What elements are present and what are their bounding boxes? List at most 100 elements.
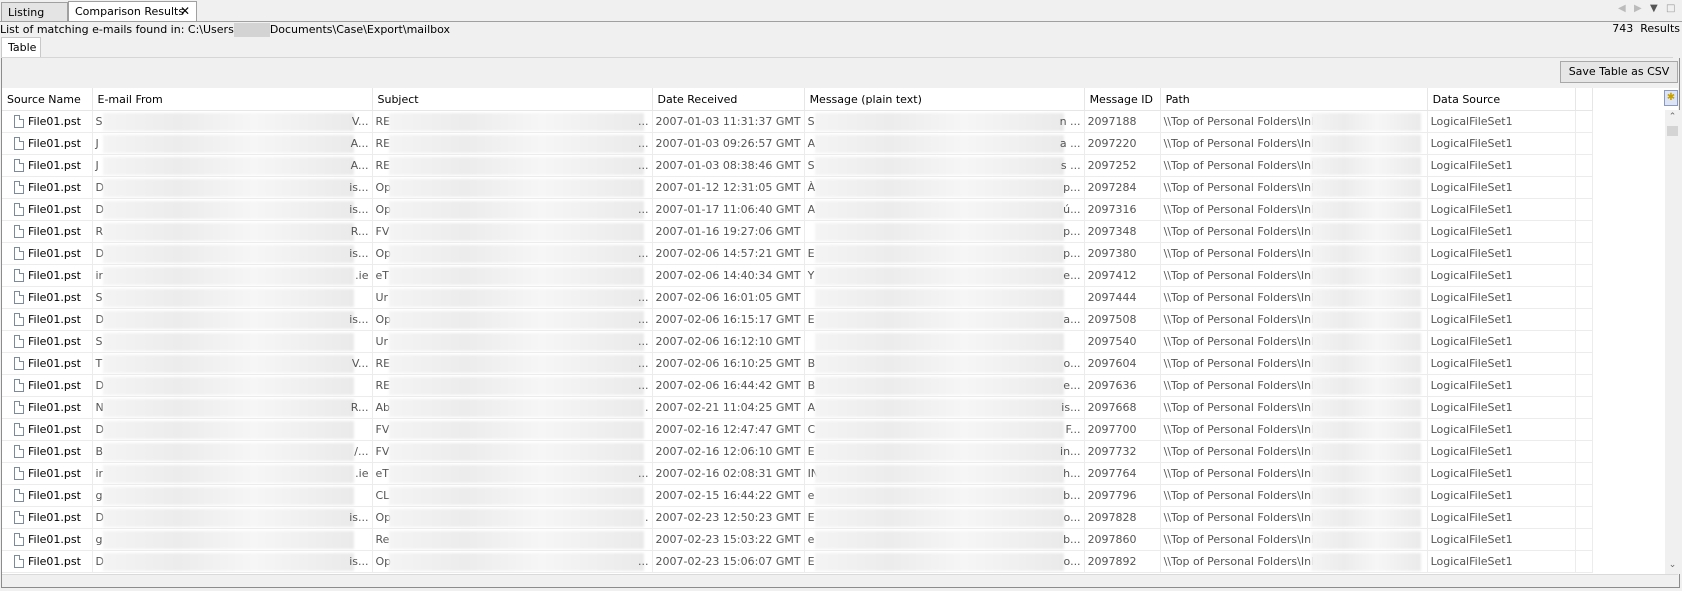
horizontal-scrollbar[interactable] xyxy=(2,574,1678,587)
cell-message-id: 2097188 xyxy=(1084,110,1161,133)
column-chooser-icon[interactable]: ✱ xyxy=(1664,90,1678,106)
cell-spacer xyxy=(1575,484,1593,507)
tab-forward-icon[interactable]: ▶ xyxy=(1634,3,1642,14)
source-name-text: File01.pst xyxy=(28,137,81,150)
cell-data-source: LogicalFileSet1 xyxy=(1427,506,1576,529)
scroll-thumb[interactable] xyxy=(1667,126,1678,136)
table-row[interactable]: File01.pst ir .ie eT 2007-02-06 14:40:34 GMT… xyxy=(2,264,1593,287)
table-row[interactable]: File01.pst J A... RE... 2007-01-03 08:38:46 … xyxy=(2,154,1593,177)
cell-date-received: 2007-01-03 08:38:46 GMT xyxy=(652,154,805,177)
cell-message-id: 2097316 xyxy=(1084,198,1161,221)
results-summary: List of matching e-mails found in: C:\Us… xyxy=(0,22,1682,37)
cell-spacer xyxy=(1575,110,1593,133)
column-header-message[interactable]: Message (plain text) xyxy=(804,88,1085,111)
subtab-table[interactable]: Table xyxy=(1,37,41,57)
cell-email-from: J A... xyxy=(92,132,373,155)
cell-message: Eo... xyxy=(804,506,1085,529)
vertical-scrollbar[interactable]: ⌃ ⌄ xyxy=(1665,110,1680,574)
cell-subject: Op... xyxy=(372,308,653,331)
tab-back-icon[interactable]: ◀ xyxy=(1618,3,1626,14)
cell-subject: Op... xyxy=(372,242,653,265)
column-header-data-source[interactable]: Data Source xyxy=(1427,88,1576,111)
cell-date-received: 2007-02-15 16:44:22 GMT xyxy=(652,484,805,507)
cell-path: \\Top of Personal Folders\Inbox\ xyxy=(1160,550,1428,573)
redacted-text xyxy=(814,487,1064,505)
column-header-date-received[interactable]: Date Received xyxy=(652,88,805,111)
cell-data-source: LogicalFileSet1 xyxy=(1427,418,1576,441)
email-from-end: V... xyxy=(351,357,369,370)
table-row[interactable]: File01.pst S Ur... 2007-02-06 16:01:05 GMT 2… xyxy=(2,286,1593,309)
subject-end: ... xyxy=(638,291,649,304)
table-row[interactable]: File01.pst D FV 2007-02-16 12:47:47 GMT C F..… xyxy=(2,418,1593,441)
scroll-up-icon[interactable]: ⌃ xyxy=(1667,112,1678,124)
table-row[interactable]: File01.pst B/... FV 2007-02-16 12:06:10 GMT… xyxy=(2,440,1593,463)
cell-subject: Op. xyxy=(372,506,653,529)
column-header-email-from[interactable]: E-mail From xyxy=(92,88,373,111)
table-row[interactable]: File01.pst g CL 2007-02-15 16:44:22 GMT e b..… xyxy=(2,484,1593,507)
table-row[interactable]: File01.pst Dis... Op... 2007-01-17 11:06:40… xyxy=(2,198,1593,221)
cell-data-source: LogicalFileSet1 xyxy=(1427,550,1576,573)
scroll-down-icon[interactable]: ⌄ xyxy=(1667,560,1678,572)
redacted-username xyxy=(233,23,270,37)
email-from-start: S xyxy=(95,291,103,304)
cell-data-source: LogicalFileSet1 xyxy=(1427,176,1576,199)
table-row[interactable]: File01.pst N R... Ab. 2007-02-21 11:04:25 GM… xyxy=(2,396,1593,419)
cell-data-source: LogicalFileSet1 xyxy=(1427,198,1576,221)
source-name-text: File01.pst xyxy=(28,445,81,458)
redacted-text xyxy=(102,399,354,417)
cell-path: \\Top of Personal Folders\Inbox\ xyxy=(1160,132,1428,155)
cell-date-received: 2007-02-06 14:40:34 GMT xyxy=(652,264,805,287)
redacted-text xyxy=(388,377,644,395)
cell-email-from: J A... xyxy=(92,154,373,177)
email-from-start: g xyxy=(95,533,103,546)
redacted-text xyxy=(1310,399,1421,417)
cell-source-name: File01.pst xyxy=(2,352,93,375)
cell-message-id: 2097220 xyxy=(1084,132,1161,155)
table-row[interactable]: File01.pst S Ur... 2007-02-06 16:12:10 GMT 2… xyxy=(2,330,1593,353)
cell-message-id: 2097252 xyxy=(1084,154,1161,177)
cell-path: \\Top of Personal Folders\Inbox\ xyxy=(1160,462,1428,485)
cell-message-id: 2097380 xyxy=(1084,242,1161,265)
tab-listing[interactable]: Listing xyxy=(1,2,68,21)
redacted-text xyxy=(814,333,1064,351)
table-row[interactable]: File01.pst Dis... Op. 2007-02-23 12:50:23 G… xyxy=(2,506,1593,529)
cell-email-from: S xyxy=(92,286,373,309)
column-header-subject[interactable]: Subject xyxy=(372,88,653,111)
tab-comparison-results[interactable]: Comparison Results ✕ xyxy=(68,1,197,21)
maximize-icon[interactable]: □ xyxy=(1666,3,1675,14)
subject-end: ... xyxy=(638,137,649,150)
table-row[interactable]: File01.pst ir .ie eT... 2007-02-16 02:08:31 … xyxy=(2,462,1593,485)
save-table-as-csv-button[interactable]: Save Table as CSV xyxy=(1560,61,1678,83)
message-start: S xyxy=(807,159,815,172)
cell-email-from: D xyxy=(92,374,373,397)
column-header-path[interactable]: Path xyxy=(1160,88,1428,111)
tab-list-menu-icon[interactable]: ▼ xyxy=(1650,3,1658,14)
message-start: E xyxy=(807,555,815,568)
table-row[interactable]: File01.pst D RE... 2007-02-06 16:44:42 GMT B… xyxy=(2,374,1593,397)
path-text: \\Top of Personal Folders\Inbox\ xyxy=(1163,291,1335,304)
table-row[interactable]: File01.pst Dis... Op... 2007-02-06 14:57:21… xyxy=(2,242,1593,265)
subject-start: FV xyxy=(375,423,390,436)
cell-data-source: LogicalFileSet1 xyxy=(1427,286,1576,309)
table-body: File01.pst S V... RE... 2007-01-03 11:31:37 … xyxy=(2,110,1593,573)
table-row[interactable]: File01.pst Dis... Op... 2007-02-23 15:06:07… xyxy=(2,550,1593,573)
cell-data-source: LogicalFileSet1 xyxy=(1427,132,1576,155)
cell-email-from: N R... xyxy=(92,396,373,419)
redacted-text xyxy=(814,113,1064,131)
message-start: E xyxy=(807,313,815,326)
table-row[interactable]: File01.pst g Re 2007-02-23 15:03:22 GMT e b..… xyxy=(2,528,1593,551)
redacted-text xyxy=(1310,465,1421,483)
column-header-message-id[interactable]: Message ID xyxy=(1084,88,1161,111)
cell-message: Be... xyxy=(804,374,1085,397)
table-row[interactable]: File01.pst Dis... Op... 2007-02-06 16:15:17… xyxy=(2,308,1593,331)
cell-subject: eT xyxy=(372,264,653,287)
table-row[interactable]: File01.pst Dis... Op 2007-01-12 12:31:05 GM… xyxy=(2,176,1593,199)
table-row[interactable]: File01.pst J A... RE... 2007-01-03 09:26:57 … xyxy=(2,132,1593,155)
column-header-source-name[interactable]: Source Name xyxy=(2,88,93,111)
cell-data-source: LogicalFileSet1 xyxy=(1427,154,1576,177)
table-row[interactable]: File01.pst T V... RE... 2007-02-06 16:10:25 … xyxy=(2,352,1593,375)
close-icon[interactable]: ✕ xyxy=(180,2,190,21)
table-row[interactable]: File01.pst S V... RE... 2007-01-03 11:31:37 … xyxy=(2,110,1593,133)
table-row[interactable]: File01.pst R R... FV 2007-01-16 19:27:06 GMT… xyxy=(2,220,1593,243)
cell-source-name: File01.pst xyxy=(2,308,93,331)
